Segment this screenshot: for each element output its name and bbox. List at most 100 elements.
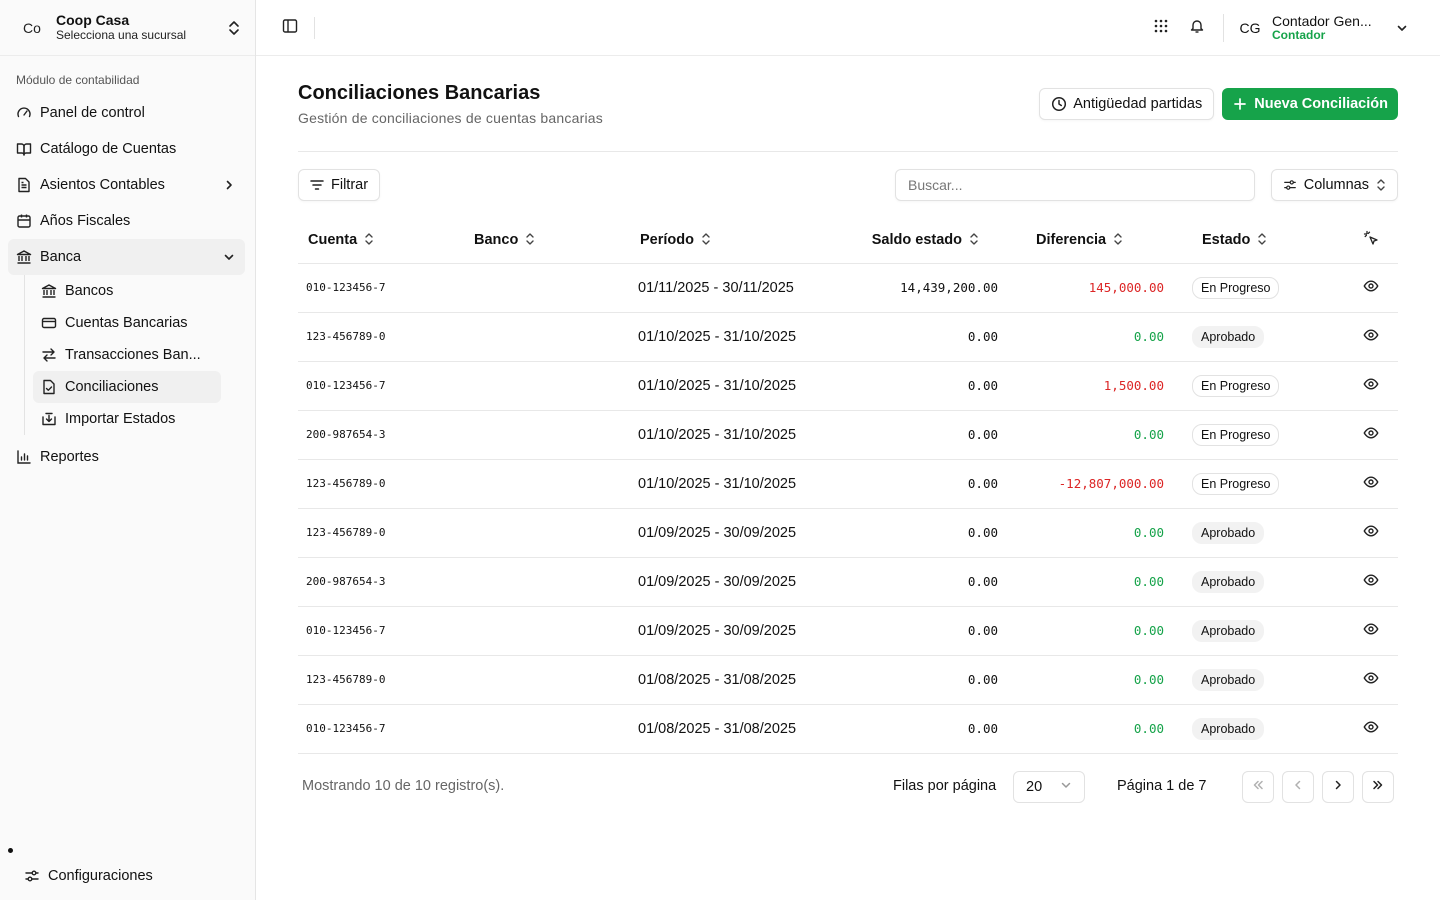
first-page-button[interactable] — [1242, 770, 1274, 803]
divider — [1223, 13, 1224, 42]
view-button[interactable] — [1352, 425, 1390, 445]
status-badge: Aprobado — [1192, 570, 1265, 593]
bank-icon — [41, 283, 57, 299]
rows-per-page-select[interactable]: 20 — [1013, 770, 1085, 803]
table-row[interactable]: 010-123456-7 01/09/2025 - 30/09/2025 0.00 0… — [298, 606, 1398, 656]
cell-saldo: 0.00 — [846, 410, 1012, 460]
view-button[interactable] — [1352, 474, 1390, 494]
sidebar-item-configuraciones[interactable]: Configuraciones — [16, 858, 235, 894]
view-button[interactable] — [1352, 670, 1390, 690]
panel-left-icon — [282, 18, 298, 37]
book-open-icon — [16, 141, 32, 157]
sidebar-item-reportes[interactable]: Reportes — [8, 439, 245, 475]
sidebar-item-banca[interactable]: Banca — [8, 239, 245, 275]
notifications-button[interactable] — [1181, 12, 1213, 44]
status-badge: En Progreso — [1192, 374, 1280, 397]
table-row[interactable]: 200-987654-3 01/09/2025 - 30/09/2025 0.00 0… — [298, 557, 1398, 607]
column-header-diferencia[interactable]: Diferencia — [1012, 217, 1178, 264]
sidebar-item-label: Transacciones Ban... — [65, 347, 201, 363]
cell-cuenta: 123-456789-0 — [298, 312, 464, 362]
credit-card-icon — [41, 315, 57, 331]
header-label: Diferencia — [1036, 231, 1107, 248]
cell-estado: Aprobado — [1178, 655, 1344, 705]
org-avatar: Co — [23, 19, 41, 36]
sidebar-toggle-button[interactable] — [274, 12, 306, 44]
table-row[interactable]: 123-456789-0 01/08/2025 - 31/08/2025 0.00 0… — [298, 655, 1398, 705]
cell-diferencia: 145,000.00 — [1012, 263, 1178, 313]
bell-icon — [1189, 18, 1205, 37]
cell-periodo: 01/10/2025 - 31/10/2025 — [630, 410, 846, 460]
header-label: Saldo estado — [871, 231, 962, 248]
cell-periodo: 01/09/2025 - 30/09/2025 — [630, 606, 846, 656]
table-row[interactable]: 123-456789-0 01/09/2025 - 30/09/2025 0.00 0… — [298, 508, 1398, 558]
import-icon — [41, 411, 57, 427]
topbar: CG Contador Gen... Contador — [256, 0, 1440, 56]
table-row[interactable]: 200-987654-3 01/10/2025 - 31/10/2025 0.00 0… — [298, 410, 1398, 460]
table-row[interactable]: 010-123456-7 01/10/2025 - 31/10/2025 0.00 1… — [298, 361, 1398, 411]
org-switcher[interactable]: Co Coop Casa Selecciona una sucursal — [0, 0, 255, 56]
column-header-periodo[interactable]: Período — [630, 217, 846, 264]
view-button[interactable] — [1352, 376, 1390, 396]
view-button[interactable] — [1352, 327, 1390, 347]
eye-icon — [1363, 670, 1379, 690]
sidebar-subitem-conciliaciones[interactable]: Conciliaciones — [33, 371, 221, 403]
calendar-icon — [16, 213, 32, 229]
column-header-cuenta[interactable]: Cuenta — [298, 217, 464, 264]
eye-icon — [1363, 278, 1379, 298]
sidebar-item-label: Cuentas Bancarias — [65, 315, 188, 331]
file-check-icon — [41, 379, 57, 395]
cell-periodo: 01/08/2025 - 31/08/2025 — [630, 704, 846, 754]
cell-banco — [464, 655, 630, 705]
columns-button[interactable]: Columnas — [1270, 169, 1398, 201]
sidebar-subitem-cuentas-bancarias[interactable]: Cuentas Bancarias — [33, 307, 221, 339]
sort-icon — [700, 232, 714, 246]
sidebar-subitem-importar[interactable]: Importar Estados — [33, 403, 221, 435]
sidebar-item-label: Banca — [40, 249, 82, 265]
status-badge: En Progreso — [1192, 423, 1280, 446]
antiguedad-partidas-button[interactable]: Antigüedad partidas — [1039, 88, 1215, 120]
sidebar-item-panel[interactable]: Panel de control — [8, 95, 245, 131]
table-row[interactable]: 123-456789-0 01/10/2025 - 31/10/2025 0.00 0… — [298, 312, 1398, 362]
nueva-conciliacion-button[interactable]: Nueva Conciliación — [1222, 88, 1398, 120]
sidebar-item-asientos[interactable]: Asientos Contables — [8, 167, 245, 203]
chevron-down-icon — [221, 249, 237, 265]
table-row[interactable]: 123-456789-0 01/10/2025 - 31/10/2025 0.00-… — [298, 459, 1398, 509]
view-button[interactable] — [1352, 719, 1390, 739]
filter-lines-icon — [309, 177, 325, 193]
chevron-down-icon — [1060, 779, 1072, 795]
sidebar-item-catalogo[interactable]: Catálogo de Cuentas — [8, 131, 245, 167]
view-button[interactable] — [1352, 278, 1390, 298]
user-role: Contador — [1272, 27, 1326, 42]
column-header-estado[interactable]: Estado — [1178, 217, 1344, 264]
cell-cuenta: 200-987654-3 — [298, 410, 464, 460]
previous-page-button[interactable] — [1282, 770, 1314, 803]
sidebar-item-anios-fiscales[interactable]: Años Fiscales — [8, 203, 245, 239]
cell-saldo: 0.00 — [846, 704, 1012, 754]
sidebar-subitem-transacciones[interactable]: Transacciones Ban... — [33, 339, 221, 371]
cell-periodo: 01/10/2025 - 31/10/2025 — [630, 459, 846, 509]
column-header-banco[interactable]: Banco — [464, 217, 630, 264]
column-header-actions[interactable] — [1344, 217, 1398, 264]
rows-per-page-value: 20 — [1026, 778, 1043, 795]
apps-button[interactable] — [1145, 12, 1177, 44]
sidebar-subitem-bancos[interactable]: Bancos — [33, 275, 221, 307]
cell-saldo: 0.00 — [846, 312, 1012, 362]
last-page-button[interactable] — [1362, 770, 1394, 803]
next-page-button[interactable] — [1322, 770, 1354, 803]
table-row[interactable]: 010-123456-7 01/11/2025 - 30/11/2025 14,43… — [298, 263, 1398, 313]
sort-icon — [524, 232, 538, 246]
sidebar-item-label: Conciliaciones — [65, 379, 159, 395]
cell-periodo: 01/10/2025 - 31/10/2025 — [630, 361, 846, 411]
filter-button[interactable]: Filtrar — [298, 169, 381, 201]
column-header-saldo[interactable]: Saldo estado — [846, 217, 1012, 264]
sidebar-item-label: Bancos — [65, 283, 114, 299]
view-button[interactable] — [1352, 523, 1390, 543]
search-input[interactable] — [895, 169, 1255, 201]
view-button[interactable] — [1352, 572, 1390, 592]
status-badge: En Progreso — [1192, 472, 1280, 495]
eye-icon — [1363, 425, 1379, 445]
table-row[interactable]: 010-123456-7 01/08/2025 - 31/08/2025 0.00 0… — [298, 704, 1398, 754]
user-menu[interactable]: CG Contador Gen... Contador — [1234, 12, 1440, 44]
cell-periodo: 01/08/2025 - 31/08/2025 — [630, 655, 846, 705]
view-button[interactable] — [1352, 621, 1390, 641]
